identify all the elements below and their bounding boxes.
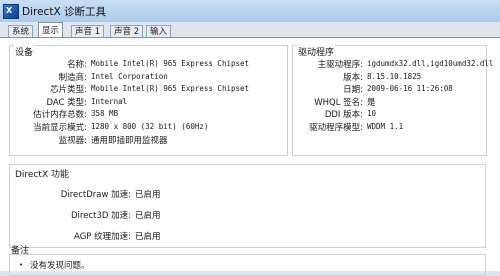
notes-box: • 没有发现问题。 — [9, 254, 486, 276]
driver-label: 主驱动程序: — [317, 60, 363, 70]
directx-label: AGP 纹理加速: — [74, 232, 131, 242]
window-title: DirectX 诊断工具 — [22, 6, 106, 18]
device-value: Mobile Intel(R) 965 Express Chipset — [91, 59, 250, 68]
device-value: Mobile Intel(R) 965 Express Chipset — [91, 84, 250, 94]
device-value: 通用即插即用监视器 — [91, 135, 168, 146]
directx-label: Direct3D 加速: — [71, 211, 131, 221]
device-label: 监视器: — [58, 135, 87, 146]
driver-value: 2009-06-16 11:26:08 — [367, 84, 453, 94]
device-label: 芯片类型: — [50, 85, 87, 96]
directx-value: 已启用 — [135, 232, 161, 242]
directx-features-group: DirectX 功能 DirectDraw 加速: 已启用 Direct3D 加速:… — [9, 164, 486, 248]
driver-value: igdumdx32.dll,igd10umd32.dll — [367, 59, 494, 68]
driver-label: 驱动程序模型: — [309, 123, 363, 133]
device-value: 358 MB — [91, 109, 119, 119]
directx-features-title: DirectX 功能 — [14, 167, 70, 180]
driver-value: WDDM 1.1 — [367, 122, 404, 131]
driver-label: 日期: — [343, 85, 363, 96]
device-value: 1280 x 800 (32 bit) (60Hz) — [91, 122, 209, 131]
title-bar: X DirectX 诊断工具 — [0, 0, 500, 23]
device-label: DAC 类型: — [46, 97, 87, 108]
directx-app-icon: X — [3, 4, 19, 19]
device-value: Intel Corporation — [91, 71, 168, 81]
device-label: 当前显示模式: — [33, 123, 87, 133]
driver-label: WHQL 签名: — [314, 97, 363, 108]
device-group: 设备 名称: Mobile Intel(R) 965 Express Chipse… — [9, 45, 288, 156]
driver-group-title: 驱动程序 — [297, 45, 336, 58]
directx-value: 已启用 — [135, 211, 161, 221]
device-value: Internal — [91, 96, 128, 106]
tab-strip: 系统 显示 声音 1 声音 2 输入 — [0, 22, 500, 39]
note-item: 没有发现问题。 — [30, 261, 90, 271]
driver-value: 8.15.10.1825 — [367, 71, 422, 81]
bullet-icon: • — [19, 261, 24, 269]
device-group-title: 设备 — [14, 45, 35, 58]
driver-value: 是 — [367, 97, 376, 108]
device-label: 估计内存总数: — [33, 110, 87, 121]
directx-value: 已启用 — [135, 190, 161, 200]
driver-label: 版本: — [343, 72, 363, 83]
driver-value: 10 — [367, 109, 377, 119]
device-label: 名称: — [67, 60, 87, 70]
driver-group: 驱动程序 主驱动程序: igdumdx32.dll,igd10umd32.dll 版… — [292, 45, 493, 156]
directx-label: DirectDraw 加速: — [60, 190, 131, 200]
device-label: 制造商: — [58, 72, 87, 83]
display-tab-page: 设备 名称: Mobile Intel(R) 965 Express Chipse… — [0, 37, 500, 276]
driver-label: DDI 版本: — [324, 110, 363, 121]
